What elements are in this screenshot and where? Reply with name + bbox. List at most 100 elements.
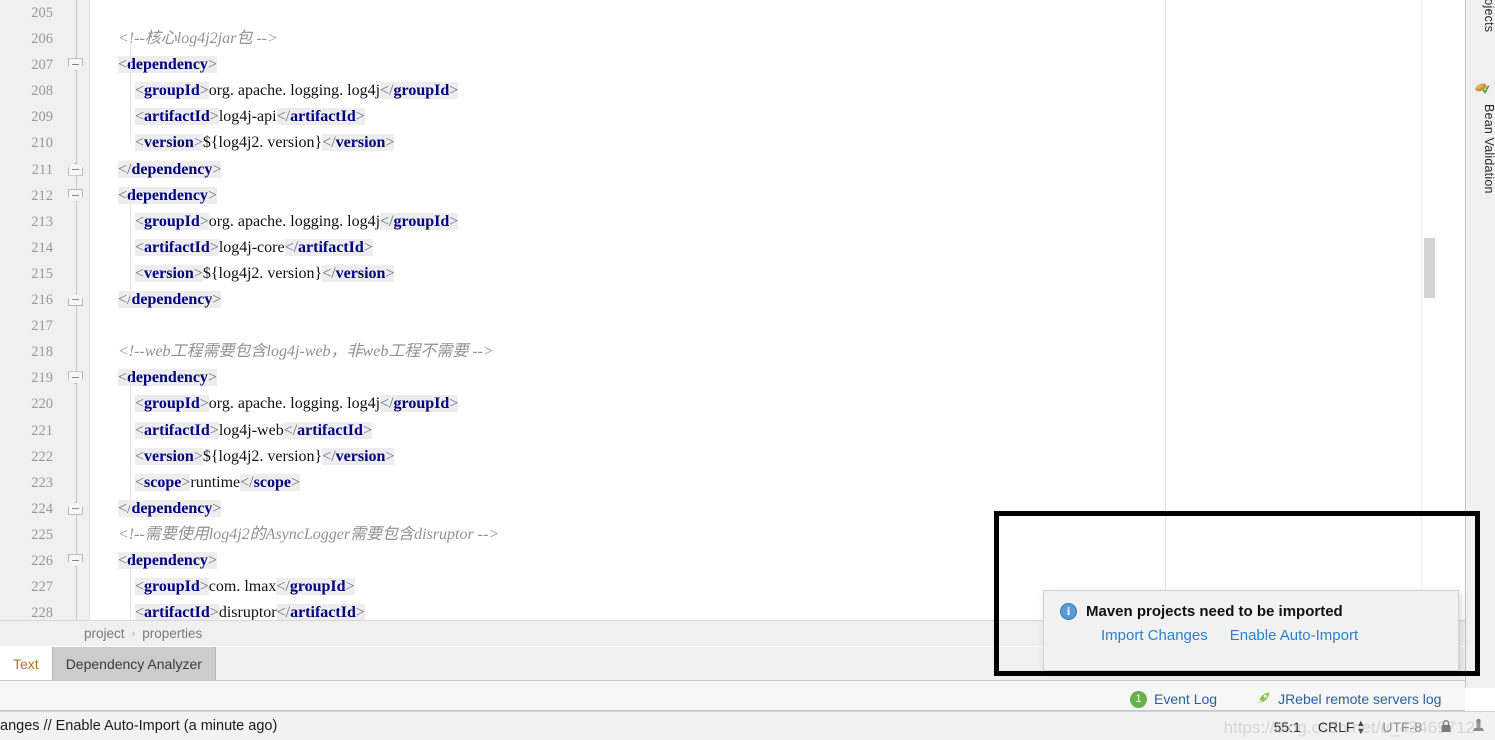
code-token-brh: >: [207, 186, 217, 204]
line-number: 212: [31, 187, 53, 204]
code-token-brh: </: [322, 134, 336, 152]
fold-toggle-icon[interactable]: [68, 58, 83, 72]
code-line[interactable]: <artifactId>log4j-web</artifactId>: [90, 418, 1465, 444]
notification-actions: Import Changes Enable Auto-Import: [1060, 627, 1442, 644]
chevron-updown-icon: ▲ ▼: [1356, 717, 1366, 736]
code-line[interactable]: <dependency>: [90, 548, 1465, 574]
code-line[interactable]: <version>${log4j2. version}</version>: [90, 444, 1465, 470]
code-token-brh: </: [322, 264, 336, 282]
right-tool-strip: rojects Bean Validation: [1465, 0, 1495, 688]
code-token-txt: ${log4j2. version}: [202, 134, 323, 152]
code-line[interactable]: <artifactId>log4j-core</artifactId>: [90, 235, 1465, 261]
jrebel-log-button[interactable]: JRebel remote servers log: [1255, 691, 1441, 707]
code-line[interactable]: </dependency>: [90, 287, 1465, 313]
code-token-brh: </: [276, 578, 290, 596]
code-token-brh: >: [209, 108, 219, 126]
fold-toggle-icon[interactable]: [68, 162, 83, 176]
tab-dependency-analyzer[interactable]: Dependency Analyzer: [52, 647, 216, 680]
enable-auto-import-link[interactable]: Enable Auto-Import: [1230, 627, 1358, 644]
code-line[interactable]: [90, 313, 1465, 339]
code-token-txt: org. apache. logging. log4j: [208, 212, 381, 230]
code-token-tag: dependency: [127, 186, 208, 204]
editor-vertical-scrollbar[interactable]: [1421, 0, 1435, 620]
code-token-tag: dependency: [131, 291, 213, 309]
code-token-brh: </: [380, 82, 394, 100]
code-token-brh: >: [209, 604, 219, 620]
code-token-brh: </: [380, 212, 394, 230]
code-text-area[interactable]: <!--核心log4j2jar包 --> <dependency> <groupId…: [90, 0, 1465, 620]
code-token-brh: >: [449, 212, 459, 230]
code-token-txt: ${log4j2. version}: [202, 447, 323, 465]
event-log-button[interactable]: 1 Event Log: [1130, 690, 1218, 708]
code-token-tag: groupId: [144, 82, 200, 100]
code-token-tag: artifactId: [290, 604, 356, 620]
code-token-tag: scope: [253, 473, 291, 491]
code-token-brh: >: [193, 264, 203, 282]
status-message[interactable]: anges // Enable Auto-Import (a minute ag…: [0, 718, 277, 734]
event-log-badge: 1: [1130, 690, 1147, 708]
code-token-brh: >: [212, 160, 222, 178]
scrollbar-thumb[interactable]: [1424, 238, 1435, 298]
code-line[interactable]: <scope>runtime</scope>: [90, 470, 1465, 496]
code-token-tag: artifactId: [144, 421, 210, 439]
indent-guide: [130, 39, 131, 144]
code-token-brh: >: [385, 447, 395, 465]
fold-toggle-icon[interactable]: [68, 554, 83, 568]
breadcrumb-item-project[interactable]: project: [84, 626, 125, 641]
import-changes-link[interactable]: Import Changes: [1101, 627, 1208, 644]
event-log-label: Event Log: [1154, 691, 1218, 707]
code-token-txt: runtime: [190, 473, 241, 491]
code-line[interactable]: <groupId>org. apache. logging. log4j</gr…: [90, 209, 1465, 235]
code-token-txt: org. apache. logging. log4j: [208, 395, 381, 413]
code-token-brh: <: [135, 108, 145, 126]
code-line[interactable]: <version>${log4j2. version}</version>: [90, 130, 1465, 156]
tab-text[interactable]: Text: [0, 647, 53, 680]
line-number: 205: [31, 5, 53, 21]
fold-toggle-icon[interactable]: [68, 371, 83, 385]
line-number: 215: [31, 265, 53, 282]
caret-position[interactable]: 55:1: [1274, 719, 1301, 735]
code-token-cmt: <!--web工程需要包含log4j-web，非web工程不需要 -->: [118, 343, 494, 361]
code-line[interactable]: <dependency>: [90, 365, 1465, 391]
line-number: 219: [31, 370, 53, 387]
file-encoding-selector[interactable]: UTF-8: [1382, 719, 1422, 735]
notification-header: i Maven projects need to be imported: [1060, 603, 1442, 620]
indent-guide: [130, 561, 131, 620]
line-number: 220: [31, 396, 53, 413]
code-line[interactable]: <!--web工程需要包含log4j-web，非web工程不需要 -->: [90, 339, 1465, 365]
code-line[interactable]: <!--核心log4j2jar包 -->: [90, 26, 1465, 52]
fold-toggle-icon[interactable]: [68, 501, 83, 515]
fold-toggle-icon[interactable]: [68, 293, 83, 307]
code-line[interactable]: <artifactId>log4j-api</artifactId>: [90, 104, 1465, 130]
sidebar-tab-bean-validation[interactable]: Bean Validation: [1466, 100, 1495, 220]
code-line[interactable]: <dependency>: [90, 183, 1465, 209]
lock-icon[interactable]: [1439, 719, 1453, 734]
maven-import-notification: i Maven projects need to be imported Imp…: [1043, 590, 1459, 671]
indent-guide: [130, 195, 131, 301]
code-line[interactable]: </dependency>: [90, 496, 1465, 522]
line-number: 206: [31, 31, 53, 48]
jrebel-log-label: JRebel remote servers log: [1278, 691, 1442, 707]
breadcrumb-item-properties[interactable]: properties: [142, 626, 202, 641]
code-token-cmt: <!--需要使用log4j2的AsyncLogger需要包含disruptor …: [118, 525, 500, 543]
info-icon: i: [1060, 603, 1077, 620]
code-line[interactable]: [90, 0, 1465, 26]
code-token-brh: >: [209, 421, 219, 439]
sidebar-tab-maven-projects[interactable]: rojects: [1466, 0, 1495, 70]
code-token-brh: >: [207, 369, 217, 387]
code-line[interactable]: </dependency>: [90, 157, 1465, 183]
code-token-txt: log4j-core: [218, 238, 285, 256]
code-token-brh: >: [193, 134, 203, 152]
code-line[interactable]: <version>${log4j2. version}</version>: [90, 261, 1465, 287]
code-line[interactable]: <dependency>: [90, 52, 1465, 78]
code-folding-gutter[interactable]: [62, 0, 90, 620]
code-line[interactable]: <groupId>org. apache. logging. log4j</gr…: [90, 78, 1465, 104]
code-line[interactable]: <!--需要使用log4j2的AsyncLogger需要包含disruptor …: [90, 522, 1465, 548]
code-token-brh: >: [199, 212, 209, 230]
line-number: 218: [31, 344, 53, 361]
line-separator-selector[interactable]: CRLF ▲ ▼: [1318, 717, 1366, 736]
fold-toggle-icon[interactable]: [68, 188, 83, 202]
code-line[interactable]: <groupId>org. apache. logging. log4j</gr…: [90, 391, 1465, 417]
code-token-brh: >: [355, 604, 365, 620]
inspection-icon[interactable]: [1470, 718, 1487, 735]
